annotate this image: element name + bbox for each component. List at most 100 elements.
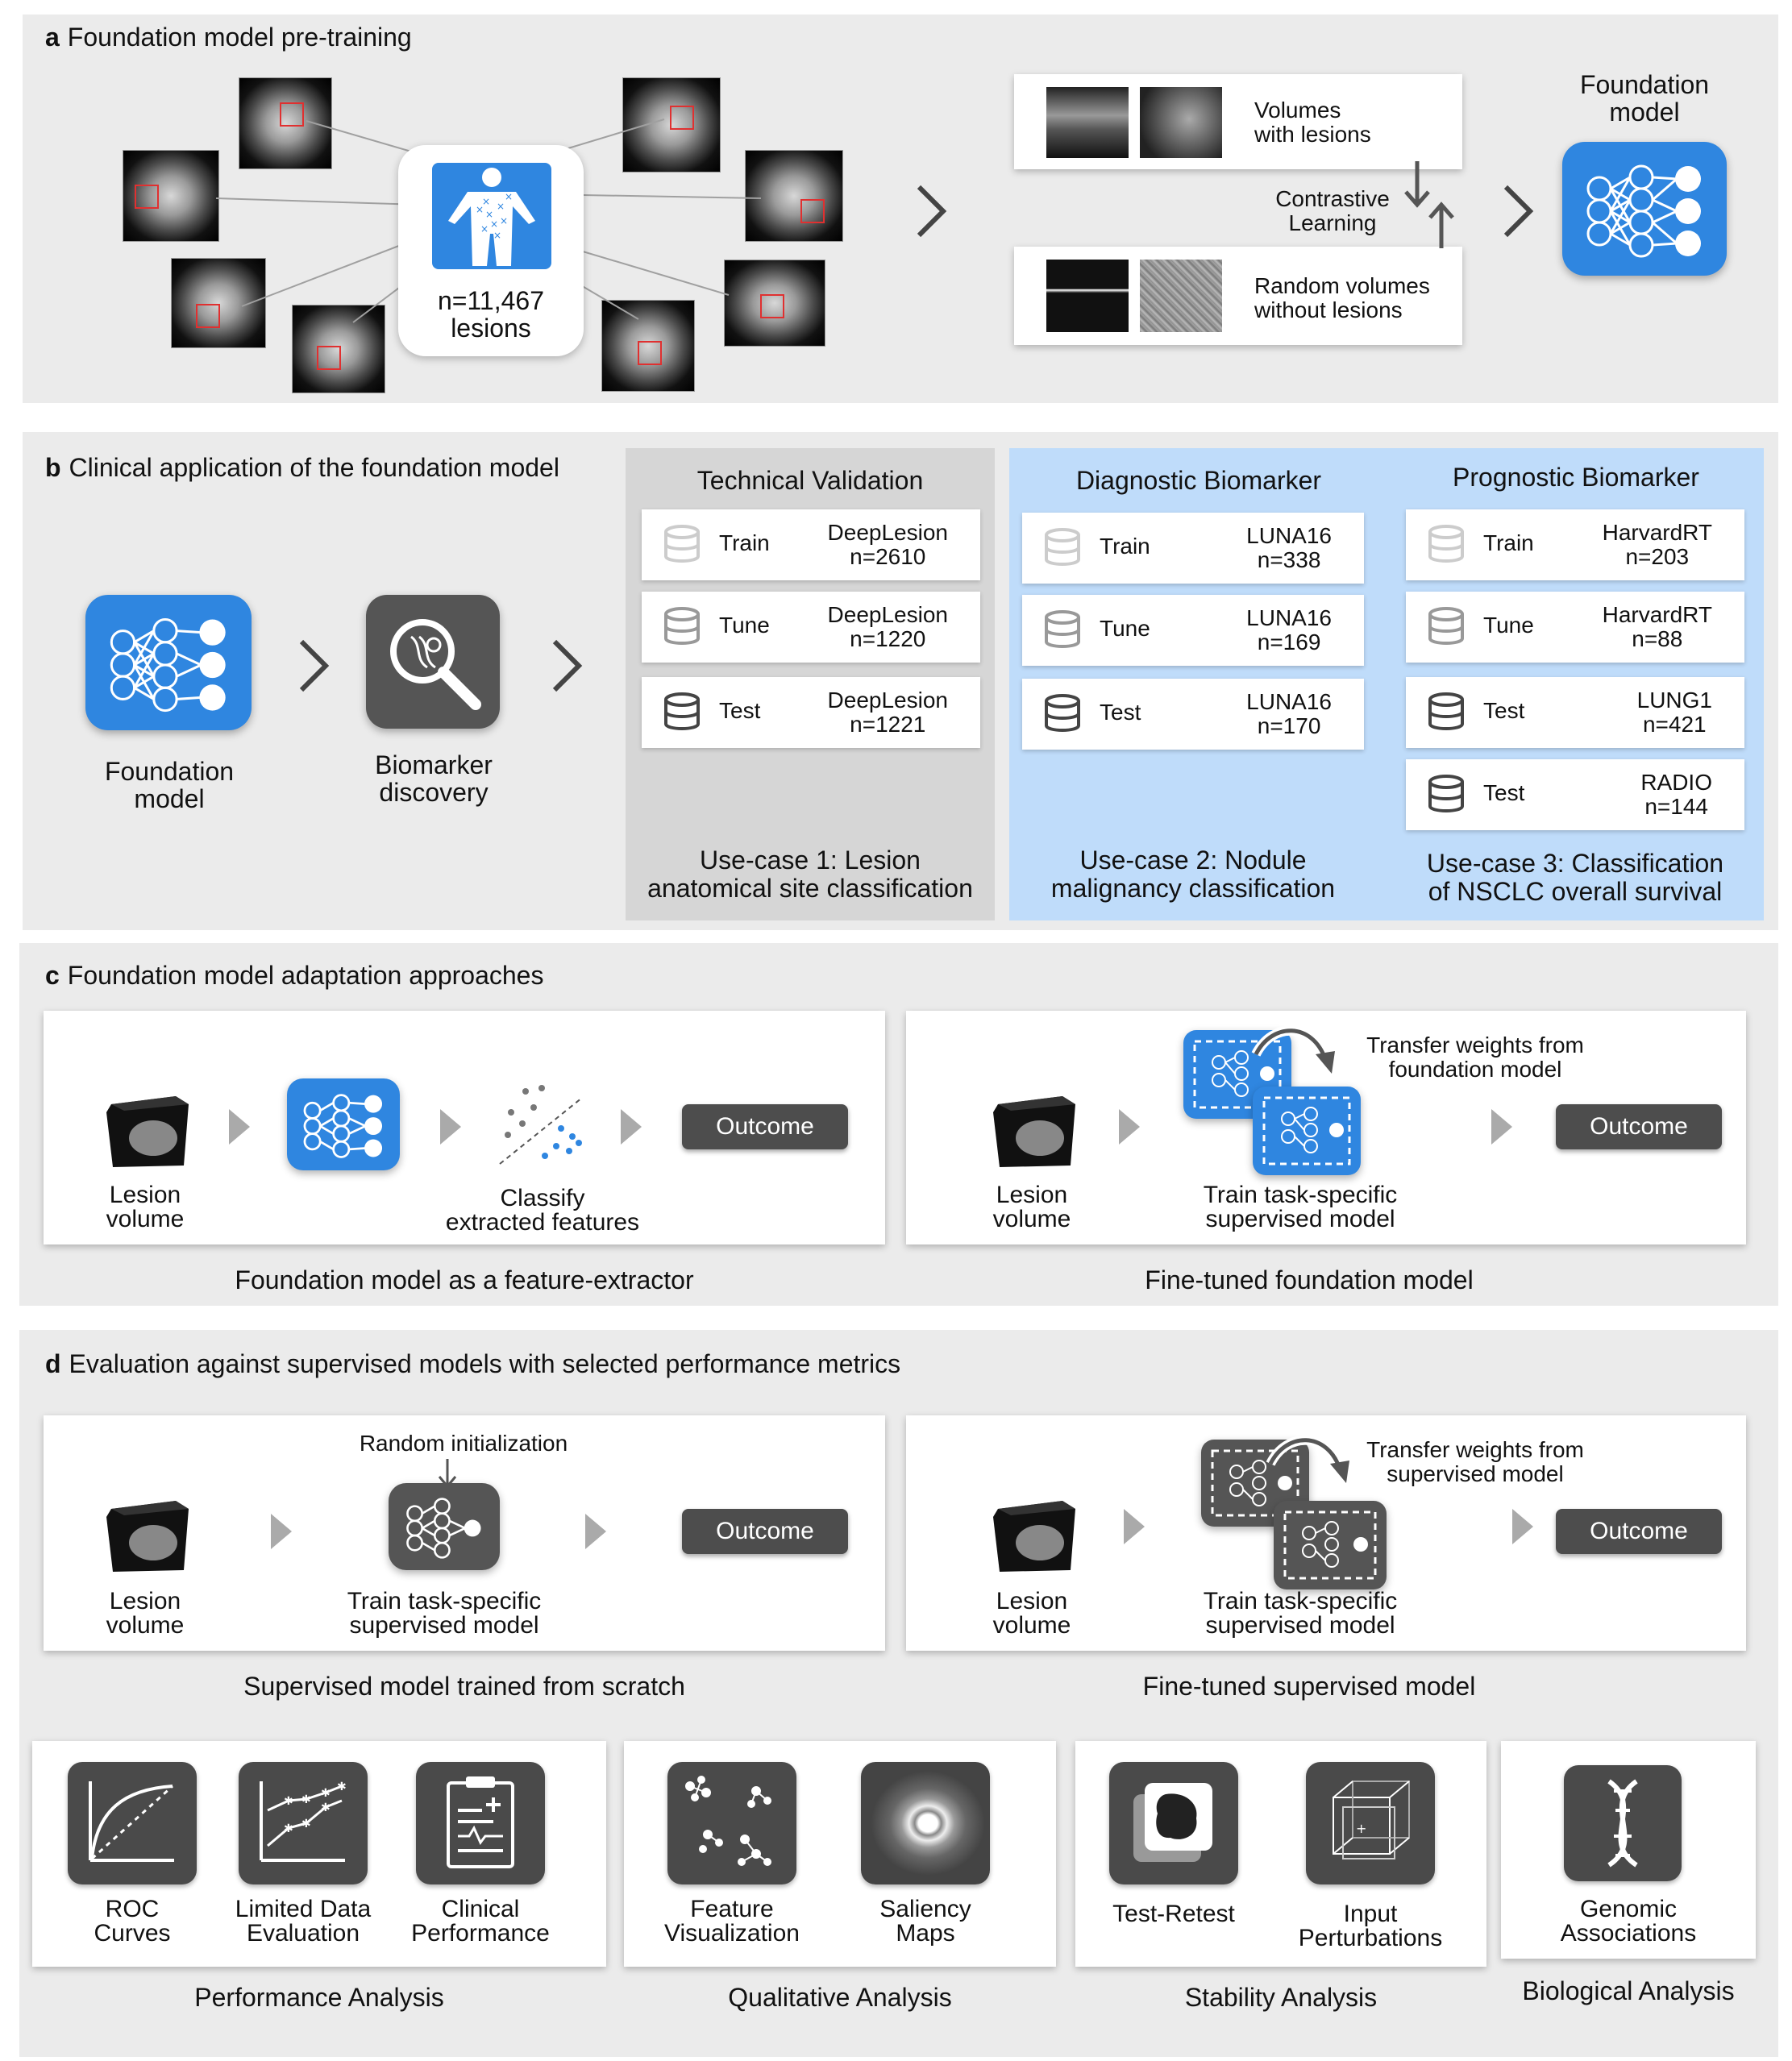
analysis-caption: Biological Analysis bbox=[1522, 1976, 1735, 2005]
classify-features-label: Classify extracted features bbox=[445, 1185, 640, 1236]
volumes-with-lesions-label: Volumes with lesions bbox=[1254, 98, 1371, 147]
dataset-row: Test DeepLesion n=1221 bbox=[642, 677, 980, 748]
panel-c-title: c Foundation model adaptation approaches bbox=[45, 961, 544, 990]
lesion-volume-thumbnail bbox=[1140, 87, 1222, 158]
contrastive-learning-label: Contrastive Learning bbox=[1275, 186, 1390, 235]
svg-text:✱: ✱ bbox=[301, 1793, 311, 1806]
lesions-count-label: n=11,467 lesions bbox=[438, 286, 544, 343]
database-icon bbox=[1045, 528, 1080, 566]
database-icon bbox=[664, 692, 700, 730]
approach-caption: Fine-tuned supervised model bbox=[1142, 1672, 1476, 1701]
random-init-label: Random initialization bbox=[359, 1431, 568, 1456]
lesion-volume-thumbnail bbox=[1046, 87, 1129, 158]
foundation-model-label: Foundation model bbox=[104, 757, 235, 813]
outcome-box: Outcome bbox=[1556, 1509, 1722, 1554]
analysis-item-label: Saliency Maps bbox=[879, 1896, 971, 1947]
biomarker-discovery-label: Biomarker discovery bbox=[375, 750, 493, 807]
foundation-model-label: Foundation model bbox=[1579, 70, 1710, 127]
lesion-volume-cube bbox=[990, 1493, 1079, 1573]
analysis-item-label: Test-Retest bbox=[1112, 1901, 1235, 1927]
lesion-volume-cube bbox=[103, 1493, 192, 1573]
lesion-volume-label: Lesion volume bbox=[106, 1588, 185, 1639]
panel-d-title: d Evaluation against supervised models wi… bbox=[45, 1349, 901, 1378]
task-specific-model-icon bbox=[1274, 1501, 1387, 1589]
svg-text:✱: ✱ bbox=[284, 1822, 293, 1835]
arrow-right-icon bbox=[621, 1109, 642, 1145]
lesion-volume-label: Lesion volume bbox=[106, 1182, 185, 1232]
feature-scatter-icon bbox=[499, 1085, 583, 1165]
dataset-row: Tune HarvardRT n=88 bbox=[1406, 592, 1744, 663]
column-header: Diagnostic Biomarker bbox=[1075, 466, 1322, 495]
transfer-weights-label: Transfer weights from supervised model bbox=[1366, 1437, 1584, 1486]
stacked-scans-icon bbox=[1109, 1762, 1238, 1884]
roc-curve-icon bbox=[68, 1762, 197, 1884]
svg-text:×: × bbox=[490, 218, 498, 230]
column-header: Technical Validation bbox=[696, 466, 924, 495]
chevron-right-icon bbox=[1503, 185, 1534, 238]
train-model-label: Train task-specific supervised model bbox=[347, 1588, 542, 1639]
lesion-volume-label: Lesion volume bbox=[992, 1182, 1071, 1232]
analysis-item-label: Limited Data Evaluation bbox=[235, 1896, 372, 1947]
svg-text:×: × bbox=[476, 204, 484, 215]
saliency-map-icon bbox=[861, 1762, 990, 1884]
line-chart-icon: ✱ ✱ ✱ ✱ ✱ ✱ ✱ bbox=[239, 1762, 368, 1884]
arrow-right-icon bbox=[229, 1109, 250, 1145]
dataset-row: Test RADIO n=144 bbox=[1406, 759, 1744, 830]
svg-text:×: × bbox=[480, 223, 489, 235]
task-specific-model-icon bbox=[1253, 1087, 1361, 1175]
approach-caption: Foundation model as a feature-extractor bbox=[235, 1265, 694, 1294]
transfer-weights-label: Transfer weights from foundation model bbox=[1366, 1033, 1584, 1082]
svg-text:✱: ✱ bbox=[301, 1818, 311, 1830]
foundation-model-icon bbox=[1562, 142, 1727, 276]
database-icon bbox=[1428, 607, 1464, 645]
outcome-box: Outcome bbox=[1556, 1104, 1722, 1149]
train-model-label: Train task-specific supervised model bbox=[1203, 1588, 1398, 1639]
arrow-right-icon bbox=[1124, 1509, 1145, 1544]
lesion-volume-label: Lesion volume bbox=[992, 1588, 1071, 1639]
svg-text:×: × bbox=[500, 215, 508, 226]
database-icon bbox=[1428, 525, 1464, 563]
database-icon bbox=[664, 607, 700, 645]
random-volumes-label: Random volumes without lesions bbox=[1254, 273, 1430, 322]
database-icon bbox=[1045, 694, 1080, 732]
dna-icon bbox=[1564, 1765, 1682, 1881]
dataset-row: Train LUNA16 n=338 bbox=[1022, 513, 1364, 584]
usecase-label: Use-case 2: Nodule malignancy classifica… bbox=[1050, 846, 1336, 903]
transfer-arrow-icon bbox=[1266, 1435, 1349, 1483]
supervised-model-icon bbox=[389, 1483, 500, 1570]
analysis-item-label: Clinical Performance bbox=[411, 1896, 550, 1947]
transfer-arrow-icon bbox=[1251, 1025, 1335, 1074]
chevron-right-icon bbox=[299, 639, 330, 692]
analysis-item-label: Feature Visualization bbox=[664, 1896, 800, 1947]
arrow-right-icon bbox=[585, 1514, 606, 1549]
outcome-box: Outcome bbox=[682, 1104, 848, 1149]
arrow-right-icon bbox=[1119, 1109, 1140, 1145]
random-volume-thumbnail bbox=[1140, 260, 1222, 332]
analysis-item-label: Input Perturbations bbox=[1298, 1901, 1443, 1951]
foundation-model-icon bbox=[287, 1078, 400, 1170]
approach-caption: Fine-tuned foundation model bbox=[1145, 1265, 1474, 1294]
svg-text:×: × bbox=[497, 201, 505, 212]
svg-text:✱: ✱ bbox=[337, 1781, 347, 1793]
dataset-row: Test LUNG1 n=421 bbox=[1406, 677, 1744, 748]
arrow-right-icon bbox=[440, 1109, 461, 1145]
human-body-icon: × ×× ××× ××× bbox=[432, 163, 551, 269]
database-icon bbox=[1428, 692, 1464, 730]
database-icon bbox=[664, 525, 700, 563]
column-header: Prognostic Biomarker bbox=[1453, 463, 1699, 492]
dataset-row: Train HarvardRT n=203 bbox=[1406, 509, 1744, 580]
svg-text:×: × bbox=[505, 191, 513, 202]
analysis-item-label: ROC Curves bbox=[94, 1896, 171, 1947]
arrow-right-icon bbox=[1491, 1109, 1512, 1145]
arrow-right-icon bbox=[1512, 1509, 1533, 1544]
dataset-row: Tune DeepLesion n=1220 bbox=[642, 592, 980, 663]
svg-text:✱: ✱ bbox=[284, 1795, 293, 1808]
svg-text:×: × bbox=[493, 230, 501, 241]
usecase-label: Use-case 3: Classification of NSCLC over… bbox=[1426, 849, 1724, 906]
svg-text:+: + bbox=[1356, 1821, 1366, 1836]
lesion-volume-cube bbox=[990, 1088, 1079, 1169]
outcome-box: Outcome bbox=[682, 1509, 848, 1554]
lesion-volume-cube bbox=[103, 1088, 192, 1169]
chevron-right-icon bbox=[917, 185, 947, 238]
usecase-label: Use-case 1: Lesion anatomical site class… bbox=[647, 846, 973, 903]
